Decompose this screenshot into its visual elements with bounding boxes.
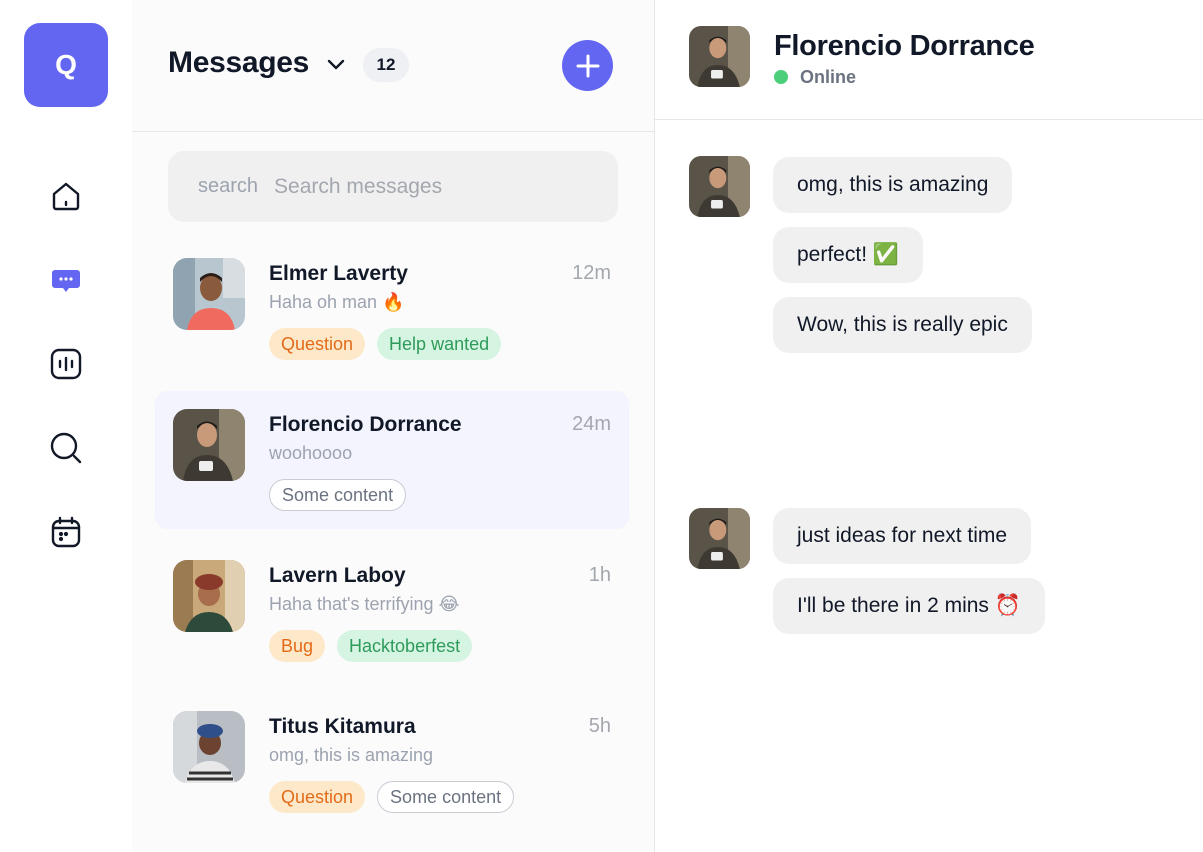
tag-bug[interactable]: Bug: [269, 630, 326, 662]
unread-count-badge: 12: [363, 48, 409, 82]
avatar: [173, 711, 245, 783]
conversation-item-titus-kitamura[interactable]: Titus Kitamura 5h omg, this is amazing Q…: [155, 693, 629, 831]
contact-name: Elmer Laverty: [269, 262, 408, 285]
message-preview: woohoooo: [269, 443, 353, 463]
online-status-text: Online: [800, 67, 857, 87]
avatar: [173, 258, 245, 330]
plus-icon: [576, 54, 599, 77]
calendar-icon: [51, 516, 81, 548]
nav-audio-button[interactable]: [40, 338, 92, 390]
chat-icon: [52, 270, 80, 292]
message-bubble: Wow, this is really epic: [773, 297, 1032, 353]
message-preview: omg, this is amazing: [269, 745, 434, 765]
search-label: search: [198, 175, 259, 197]
home-icon: [52, 182, 80, 211]
conversation-item-lavern-laboy[interactable]: Lavern Laboy 1h Haha that's terrifying 😂…: [155, 542, 629, 680]
message-avatar: [689, 508, 750, 569]
conversation-item-elmer-laverty[interactable]: Elmer Laverty 12m Haha oh man 🔥 Question…: [155, 240, 629, 378]
tag-some-content[interactable]: Some content: [377, 781, 515, 813]
tag-list: Some content: [269, 479, 407, 511]
left-rail: Q: [0, 0, 132, 852]
chat-header: Florencio Dorrance Online: [655, 0, 1203, 120]
message-preview: Haha that's terrifying 😂: [269, 594, 460, 614]
avatar: [173, 560, 245, 632]
tag-question[interactable]: Question: [269, 328, 366, 360]
search-bar[interactable]: search: [168, 151, 618, 222]
message-bubble: just ideas for next time: [773, 508, 1032, 564]
nav-messages-button[interactable]: [40, 254, 92, 306]
contact-name: Titus Kitamura: [269, 715, 416, 738]
timestamp: 5h: [588, 715, 611, 737]
contact-name: Florencio Dorrance: [269, 413, 462, 436]
message-bubble: I'll be there in 2 mins ⏰: [773, 578, 1045, 634]
messages-header: Messages 12: [132, 0, 655, 132]
chat-panel: Florencio Dorrance Online omg, this is a…: [655, 0, 1203, 852]
nav-home-button[interactable]: [40, 170, 92, 222]
message-bubble: omg, this is amazing: [773, 157, 1013, 213]
nav-search-button[interactable]: [40, 422, 92, 474]
tag-list: Bug Hacktoberfest: [269, 630, 473, 662]
message-preview: Haha oh man 🔥: [269, 292, 405, 312]
conversation-item-florencio-dorrance[interactable]: Florencio Dorrance 24m woohoooo Some con…: [155, 391, 629, 529]
timestamp: 1h: [588, 564, 611, 586]
tag-list: Question Help wanted: [269, 328, 502, 360]
tag-question[interactable]: Question: [269, 781, 366, 813]
messages-title[interactable]: Messages: [168, 46, 309, 80]
search-input[interactable]: [274, 174, 575, 199]
chat-contact-name: Florencio Dorrance: [774, 30, 1035, 62]
app-logo[interactable]: Q: [24, 23, 108, 107]
timestamp: 12m: [572, 262, 611, 284]
chevron-down-icon[interactable]: [324, 52, 348, 76]
timestamp: 24m: [572, 413, 611, 435]
tag-list: Question Some content: [269, 781, 515, 813]
audio-wave-icon: [50, 348, 82, 380]
message-avatar: [689, 156, 750, 217]
tag-help-wanted[interactable]: Help wanted: [377, 328, 502, 360]
new-message-button[interactable]: [562, 40, 613, 91]
messages-panel: Messages 12 search Elmer Laverty 1: [132, 0, 655, 852]
online-status-dot: [774, 70, 788, 84]
avatar: [173, 409, 245, 481]
tag-some-content[interactable]: Some content: [269, 479, 407, 511]
message-bubble: perfect! ✅: [773, 227, 924, 283]
contact-avatar[interactable]: [689, 26, 750, 87]
tag-hacktoberfest[interactable]: Hacktoberfest: [337, 630, 473, 662]
contact-name: Lavern Laboy: [269, 564, 406, 587]
nav-calendar-button[interactable]: [40, 506, 92, 558]
search-icon: [50, 432, 82, 464]
